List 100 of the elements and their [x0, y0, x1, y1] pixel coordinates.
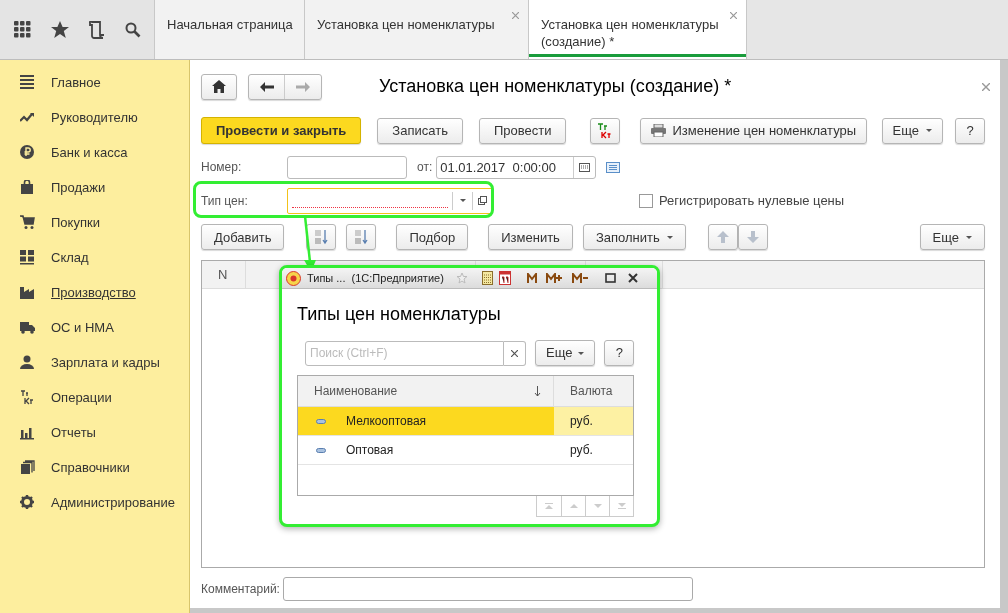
sidebar-item[interactable]: Справочники	[20, 450, 189, 485]
field-label: от:	[417, 159, 433, 177]
comment-field[interactable]	[282, 577, 693, 602]
calendar-icon	[579, 162, 591, 172]
help-button[interactable]: ?	[955, 117, 985, 144]
table-cell-text: Мелкооптовая	[346, 413, 427, 430]
grid-icon	[14, 21, 31, 38]
star-icon	[51, 21, 69, 38]
move-up-button[interactable]	[707, 224, 738, 251]
sidebar-item[interactable]: Склад	[20, 240, 189, 275]
sidebar-item[interactable]: Администрирование	[20, 485, 189, 520]
caret-icon	[459, 199, 466, 203]
table-cell-text: руб.	[570, 442, 593, 459]
calendar-icon	[498, 271, 511, 285]
app-logo-icon	[286, 270, 301, 286]
sidebar-item[interactable]: ОС и НМА	[20, 310, 189, 345]
tab[interactable]: Начальная страница	[155, 0, 305, 59]
caret-icon	[926, 129, 932, 133]
last-icon	[617, 503, 626, 509]
close-tab-button[interactable]	[730, 12, 737, 19]
home-button[interactable]	[201, 73, 237, 100]
toolbar-button[interactable]: Добавить	[201, 224, 285, 251]
popup-title: Типы ... (1С:Предприятие)	[307, 270, 444, 286]
tab[interactable]: Установка цен номенклатуры	[305, 0, 529, 59]
favorites-button[interactable]	[51, 21, 69, 38]
more-button[interactable]: Еще	[535, 340, 596, 366]
popup-heading: Типы цен номенклатуры	[297, 303, 502, 326]
search-button[interactable]	[125, 21, 141, 38]
search-field[interactable]: Поиск (Ctrl+F)	[305, 340, 504, 366]
close-icon	[982, 82, 990, 91]
field-label: Тип цен:	[201, 192, 249, 210]
memory-icon	[526, 273, 537, 283]
arrow-down-icon	[746, 231, 759, 244]
sidebar-item[interactable]: Руководителю	[20, 100, 189, 135]
sort-icon	[314, 229, 329, 246]
checkbox[interactable]	[639, 193, 653, 208]
close-tab-button[interactable]	[512, 12, 519, 19]
menu-icon	[20, 75, 35, 90]
ruble-coin-icon	[20, 145, 35, 160]
price-type-field[interactable]	[287, 187, 493, 214]
move-down-button[interactable]	[737, 224, 768, 251]
arrow-down-icon	[593, 503, 602, 509]
close-icon	[512, 12, 519, 19]
column-header: Наименование	[314, 383, 399, 400]
warehouse-icon	[20, 250, 35, 265]
help-button[interactable]: ?	[604, 340, 635, 366]
debit-credit-icon	[597, 122, 614, 139]
close-form-button[interactable]	[982, 82, 990, 91]
list-icon	[606, 161, 621, 173]
printer-icon	[651, 124, 667, 138]
caret-icon	[666, 235, 673, 239]
debit-credit-icon	[20, 390, 35, 405]
toolbar-button[interactable]: Подбор	[396, 224, 469, 251]
sidebar-item[interactable]: Операции	[20, 380, 189, 415]
clear-icon	[511, 349, 518, 357]
memory-add-icon	[545, 273, 563, 283]
person-icon	[20, 355, 35, 370]
more-button[interactable]: Еще	[881, 117, 943, 144]
field-label: Комментарий:	[201, 581, 280, 599]
clear-button[interactable]	[504, 340, 526, 366]
print-button[interactable]: Изменение цен номенклатуры	[640, 117, 868, 144]
post-and-close-button[interactable]: Провести и закрыть	[201, 117, 362, 145]
toolbar-button[interactable]: Изменить	[488, 224, 573, 251]
menu-button[interactable]: Еще	[919, 224, 985, 251]
windows-icon	[478, 196, 487, 206]
arrow-up-icon	[569, 503, 578, 509]
debit-credit-button[interactable]	[590, 117, 621, 144]
item-icon	[316, 418, 326, 424]
sort-ascending-button[interactable]	[306, 224, 337, 251]
sort-descending-button[interactable]	[346, 224, 377, 251]
memory-subtract-icon	[571, 273, 589, 283]
sidebar-item[interactable]: Банк и касса	[20, 135, 189, 170]
table-row[interactable]: Оптовая руб.	[298, 436, 633, 465]
maximize-button[interactable]	[604, 273, 616, 283]
details-button[interactable]	[606, 161, 621, 173]
first-icon	[545, 503, 553, 509]
sidebar-item[interactable]: Зарплата и кадры	[20, 345, 189, 380]
close-button[interactable]	[627, 273, 638, 283]
shopping-bag-icon	[20, 180, 35, 195]
menu-button[interactable]: Заполнить	[582, 224, 686, 251]
date-field[interactable]: 01.01.2017 0:00:00	[436, 155, 597, 179]
star-icon	[455, 272, 468, 284]
sidebar-item[interactable]: Производство	[20, 275, 189, 310]
stacked-books-icon	[20, 460, 35, 475]
sidebar-item[interactable]: Покупки	[20, 205, 189, 240]
table-cell-text: руб.	[570, 413, 593, 430]
sidebar-item[interactable]: Отчеты	[20, 415, 189, 450]
sidebar-item[interactable]: Продажи	[20, 170, 189, 205]
number-field[interactable]	[287, 155, 407, 179]
form-title: Установка цен номенклатуры (создание) *	[379, 75, 732, 99]
arrow-up-icon	[716, 231, 729, 244]
checkbox-label: Регистрировать нулевые цены	[659, 192, 845, 211]
close-icon	[730, 12, 737, 19]
history-button[interactable]	[89, 20, 105, 39]
tab[interactable]: Установка цен номенклатуры (создание) *	[529, 0, 747, 59]
settings-icon	[20, 495, 35, 510]
toolbar-button[interactable]: Записать	[377, 117, 463, 144]
apps-menu-button[interactable]	[14, 21, 31, 38]
sidebar-item[interactable]: Главное	[20, 65, 189, 100]
toolbar-button[interactable]: Провести	[478, 117, 567, 144]
